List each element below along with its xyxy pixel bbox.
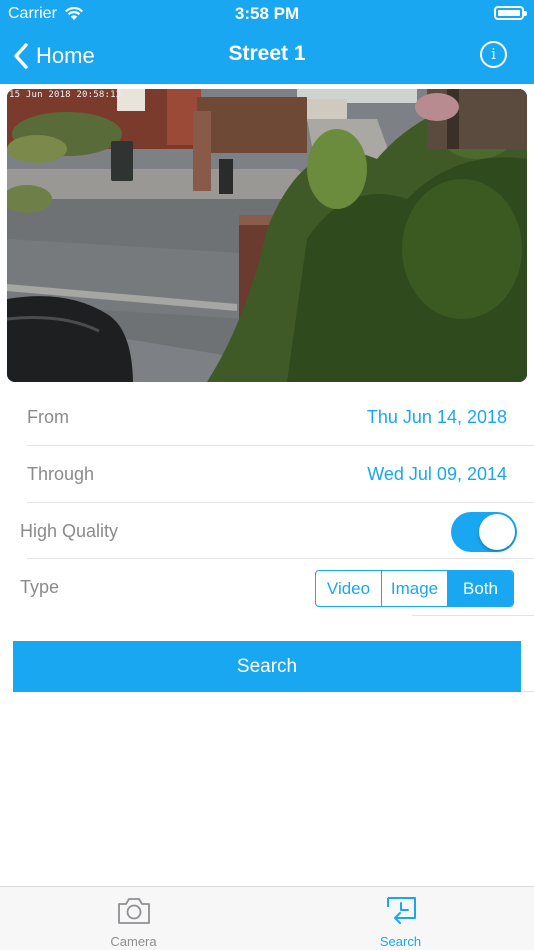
high-quality-label: High Quality [20, 521, 119, 541]
search-button[interactable]: Search [13, 641, 521, 692]
tab-search[interactable]: Search [267, 887, 534, 950]
type-segmented-control: Video Image Both [315, 570, 514, 607]
camera-scene [7, 89, 527, 382]
type-option-both[interactable]: Both [447, 571, 513, 606]
type-option-video[interactable]: Video [316, 571, 381, 606]
high-quality-toggle[interactable] [451, 512, 517, 552]
toggle-knob [479, 514, 515, 550]
tab-camera-label: Camera [110, 934, 157, 949]
from-date-value[interactable]: Thu Jun 14, 2018 [367, 407, 507, 428]
tab-camera[interactable]: Camera [0, 887, 267, 950]
navigation-bar: Home Street 1 i [0, 28, 534, 84]
search-return-icon [386, 897, 416, 924]
camera-image: 15 Jun 2018 20:58:13 [7, 89, 527, 382]
high-quality-row: High Quality [20, 503, 534, 560]
status-bar: Carrier 3:58 PM [0, 0, 534, 28]
info-icon[interactable]: i [480, 41, 507, 68]
from-row[interactable]: From Thu Jun 14, 2018 [27, 389, 534, 446]
back-label: Home [36, 43, 95, 68]
battery-icon [494, 6, 527, 20]
tab-bar: Camera Search [0, 886, 534, 950]
header: Carrier 3:58 PM Home Street 1 i [0, 0, 534, 84]
divider [521, 691, 534, 692]
tab-search-label: Search [379, 934, 422, 949]
camera-timestamp: 15 Jun 2018 20:58:13 [9, 90, 122, 100]
through-row[interactable]: Through Wed Jul 09, 2014 [27, 446, 534, 503]
type-label: Type [20, 577, 60, 597]
camera-icon [117, 898, 150, 924]
back-button[interactable]: Home [12, 38, 95, 74]
type-row: Type Video Image Both [20, 559, 534, 616]
chevron-left-icon [14, 43, 28, 69]
through-label: Through [27, 464, 95, 484]
through-date-value[interactable]: Wed Jul 09, 2014 [367, 464, 507, 485]
type-option-image[interactable]: Image [381, 571, 447, 606]
clock: 3:58 PM [234, 4, 300, 23]
from-label: From [27, 407, 69, 427]
divider [412, 615, 534, 616]
